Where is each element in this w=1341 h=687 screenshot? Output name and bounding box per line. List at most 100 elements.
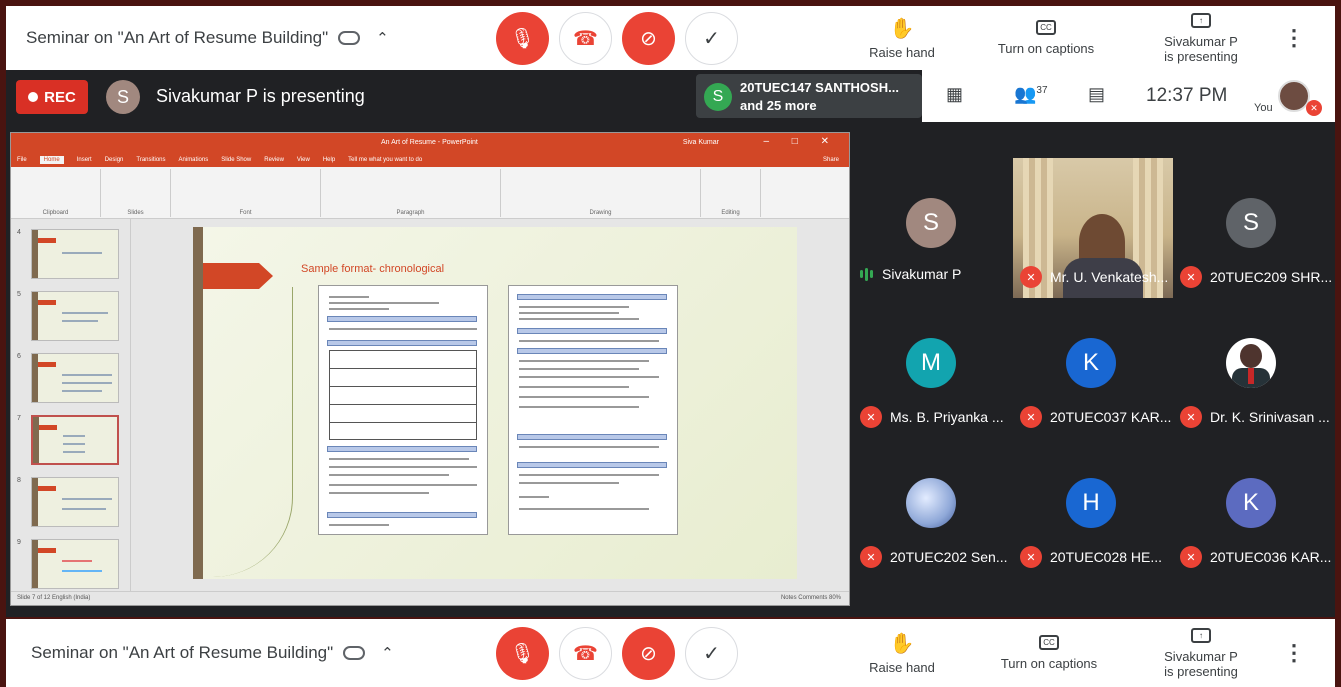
participant-tile[interactable]: ✕ 20TUEC202 Sen... bbox=[852, 438, 1012, 578]
details-icon[interactable] bbox=[343, 646, 366, 660]
ppt-statusbar: Slide 7 of 12 English (India) Notes Comm… bbox=[11, 591, 849, 605]
call-buttons: 🎙 ☎ ⊘ ✓ bbox=[496, 11, 738, 65]
meet-top-actions: ▦ 👥37 ▤ 12:37 PM You ✕ bbox=[922, 70, 1335, 122]
status-right[interactable]: Notes Comments 80% bbox=[781, 595, 841, 601]
tab-insert[interactable]: Insert bbox=[77, 157, 92, 163]
tab-file[interactable]: File bbox=[17, 157, 27, 163]
check-button[interactable]: ✓ bbox=[685, 11, 738, 65]
participant-tile[interactable]: M ✕ Ms. B. Priyanka ... bbox=[852, 298, 1012, 438]
slide-thumb[interactable] bbox=[31, 539, 119, 589]
chevron-up-icon[interactable]: ⌃ bbox=[376, 29, 389, 47]
check-button[interactable]: ✓ bbox=[685, 626, 738, 680]
chat-icon[interactable]: ▤ bbox=[1088, 84, 1105, 105]
camera-off-button[interactable]: ⊘ bbox=[622, 626, 675, 680]
presenter-text: Sivakumar P is presenting bbox=[156, 86, 365, 106]
details-icon[interactable] bbox=[338, 31, 361, 45]
ribbon-editing[interactable]: Editing bbox=[701, 169, 761, 217]
mic-off-button[interactable]: 🎙 bbox=[496, 626, 549, 680]
ribbon-clipboard[interactable]: Clipboard bbox=[11, 169, 101, 217]
slide-thumb[interactable] bbox=[31, 477, 119, 527]
meeting-title: Seminar on "An Art of Resume Building" bbox=[26, 28, 329, 47]
slide-number: 8 bbox=[17, 477, 21, 484]
participant-label: ✕ 20TUEC036 KAR... bbox=[1180, 546, 1331, 568]
slide-number: 6 bbox=[17, 353, 21, 360]
participant-tile[interactable]: ✕ Mr. U. Venkatesh... bbox=[1012, 158, 1173, 298]
tab-animations[interactable]: Animations bbox=[179, 157, 209, 163]
ribbon-editing-label: Editing bbox=[721, 210, 740, 216]
mic-off-icon: ✕ bbox=[1020, 546, 1042, 568]
meet-topbar: REC S Sivakumar P is presenting S 20TUEC… bbox=[6, 70, 1335, 122]
raise-hand-button[interactable]: ✋ Raise hand bbox=[862, 6, 942, 70]
slide-thumb-selected[interactable] bbox=[31, 415, 119, 465]
participant-label: ✕ 20TUEC037 KAR... bbox=[1020, 406, 1171, 428]
ribbon-paragraph[interactable]: Paragraph bbox=[321, 169, 501, 217]
ribbon-slides[interactable]: Slides bbox=[101, 169, 171, 217]
active-speaker-chip[interactable]: S 20TUEC147 SANTHOSH... and 25 more bbox=[696, 74, 922, 118]
status-left: Slide 7 of 12 English (India) bbox=[17, 595, 91, 601]
presenting-button[interactable]: ↑ Sivakumar P is presenting bbox=[1156, 619, 1246, 687]
more-options-icon[interactable]: ⋮ bbox=[1283, 25, 1305, 51]
mic-off-icon: ✕ bbox=[1020, 406, 1042, 428]
participant-name: 20TUEC028 HE... bbox=[1050, 549, 1163, 565]
slide-thumb[interactable] bbox=[31, 291, 119, 341]
slide-canvas[interactable]: Sample format- chronological bbox=[193, 227, 797, 579]
tell-me-search[interactable]: Tell me what you want to do bbox=[348, 157, 422, 163]
participant-label: ✕ Dr. K. Srinivasan ... bbox=[1180, 406, 1330, 428]
ribbon-drawing-label: Drawing bbox=[589, 210, 612, 216]
presenting-name: Sivakumar P bbox=[1164, 648, 1238, 664]
people-button[interactable]: 👥37 bbox=[1014, 84, 1048, 105]
mic-off-icon: ✕ bbox=[1020, 266, 1042, 288]
mic-off-icon: ✕ bbox=[860, 546, 882, 568]
tab-transitions[interactable]: Transitions bbox=[136, 157, 165, 163]
participant-label: Sivakumar P bbox=[860, 266, 961, 282]
more-options-icon[interactable]: ⋮ bbox=[1283, 640, 1305, 666]
participant-photo bbox=[906, 478, 956, 528]
slide-thumb[interactable] bbox=[31, 353, 119, 403]
share-button[interactable]: Share bbox=[823, 157, 839, 163]
raise-hand-button[interactable]: ✋ Raise hand bbox=[862, 619, 942, 687]
slide-arrow-shape bbox=[203, 263, 273, 289]
captions-button[interactable]: CC Turn on captions bbox=[991, 6, 1101, 70]
leave-call-button[interactable]: ☎ bbox=[559, 11, 612, 65]
meet-controls-top: Seminar on "An Art of Resume Building" ⌃… bbox=[6, 6, 1335, 70]
participant-name: 20TUEC202 Sen... bbox=[890, 549, 1008, 565]
participant-tile[interactable]: H ✕ 20TUEC028 HE... bbox=[1012, 438, 1172, 578]
camera-off-button[interactable]: ⊘ bbox=[622, 11, 675, 65]
ribbon-font[interactable]: Font bbox=[171, 169, 321, 217]
participant-label: ✕ 20TUEC209 SHR... bbox=[1180, 266, 1332, 288]
participant-tile[interactable]: S ✕ 20TUEC209 SHR... bbox=[1172, 158, 1332, 298]
participant-tile[interactable]: K ✕ 20TUEC037 KAR... bbox=[1012, 298, 1172, 438]
tab-help[interactable]: Help bbox=[323, 157, 335, 163]
window-controls-icon[interactable]: – □ ✕ bbox=[763, 136, 839, 147]
ribbon-drawing[interactable]: Drawing bbox=[501, 169, 701, 217]
tab-review[interactable]: Review bbox=[264, 157, 284, 163]
mic-off-button[interactable]: 🎙 bbox=[496, 11, 549, 65]
speaker-name: 20TUEC147 SANTHOSH... bbox=[740, 80, 899, 95]
layout-icon[interactable]: ▦ bbox=[946, 84, 963, 105]
tab-home[interactable]: Home bbox=[39, 156, 64, 164]
tab-view[interactable]: View bbox=[297, 157, 310, 163]
ppt-user: Siva Kumar bbox=[682, 139, 719, 146]
participant-name: 20TUEC037 KAR... bbox=[1050, 409, 1172, 425]
participant-photo bbox=[1226, 338, 1276, 388]
participant-name: 20TUEC209 SHR... bbox=[1210, 269, 1333, 285]
participant-grid: S Sivakumar P ✕ Mr. U. Venkatesh... S ✕ 20… bbox=[852, 158, 1335, 617]
hand-icon: ✋ bbox=[889, 633, 915, 655]
leave-call-button[interactable]: ☎ bbox=[559, 626, 612, 680]
ppt-body: 4 5 6 7 8 9 Sample format- chronological bbox=[11, 219, 849, 591]
hand-icon: ✋ bbox=[889, 18, 915, 40]
chevron-up-icon[interactable]: ⌃ bbox=[381, 644, 394, 662]
captions-label: Turn on captions bbox=[1000, 656, 1098, 671]
presenting-button[interactable]: ↑ Sivakumar P is presenting bbox=[1156, 6, 1246, 70]
participant-tile[interactable]: K ✕ 20TUEC036 KAR... bbox=[1172, 438, 1332, 578]
present-icon: ↑ bbox=[1191, 12, 1211, 28]
tab-slide-show[interactable]: Slide Show bbox=[221, 157, 251, 163]
participant-tile[interactable]: S Sivakumar P bbox=[852, 158, 1012, 298]
tab-design[interactable]: Design bbox=[105, 157, 124, 163]
screen-frame: Seminar on "An Art of Resume Building" ⌃… bbox=[0, 0, 1341, 687]
participant-label: ✕ Mr. U. Venkatesh... bbox=[1020, 266, 1168, 288]
slide-thumb[interactable] bbox=[31, 229, 119, 279]
call-buttons: 🎙 ☎ ⊘ ✓ bbox=[496, 626, 738, 680]
captions-button[interactable]: CC Turn on captions bbox=[994, 619, 1104, 687]
participant-tile[interactable]: ✕ Dr. K. Srinivasan ... bbox=[1172, 298, 1332, 438]
